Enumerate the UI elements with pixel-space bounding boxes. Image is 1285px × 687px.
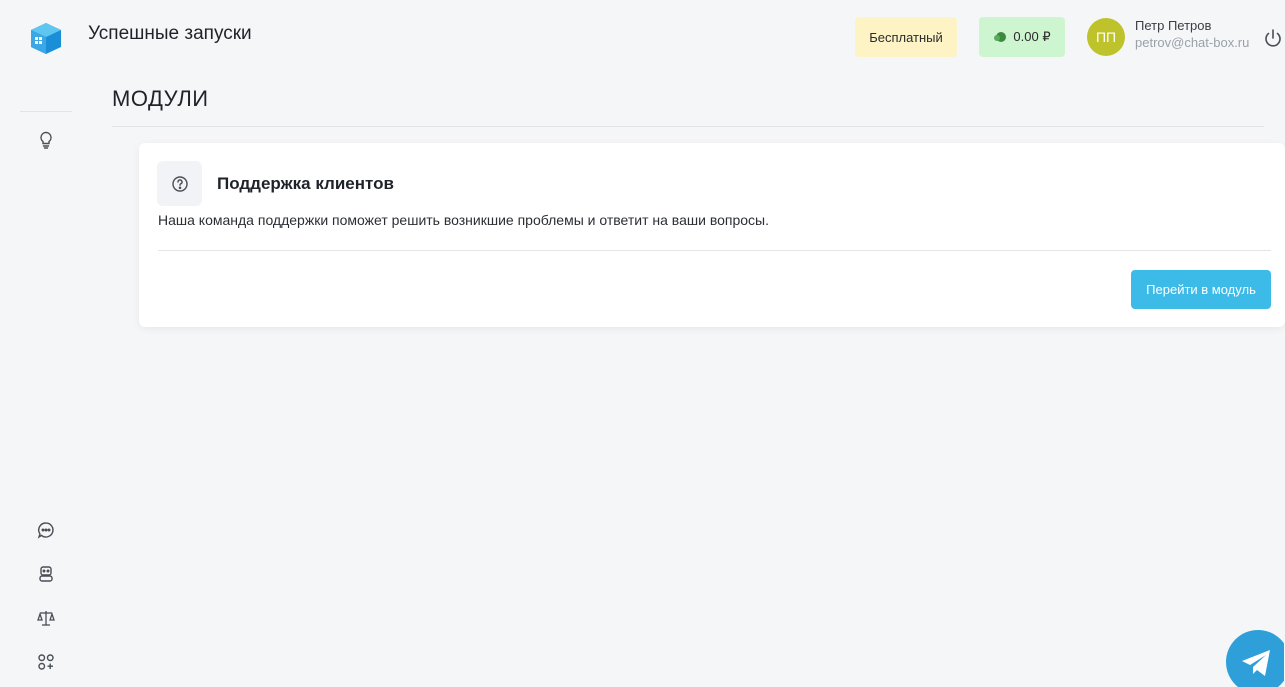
logo-icon[interactable] <box>28 20 64 56</box>
wallet-icon <box>994 32 1007 42</box>
sidebar-item-bots[interactable] <box>34 562 58 586</box>
plan-badge[interactable]: Бесплатный <box>855 17 957 57</box>
module-icon-box <box>157 161 202 206</box>
scales-icon <box>37 611 55 626</box>
module-description: Наша команда поддержки поможет решить во… <box>158 212 769 228</box>
power-icon <box>1265 29 1281 47</box>
question-circle-icon <box>171 175 188 192</box>
lightbulb-icon <box>40 131 52 149</box>
balance-badge[interactable]: 0.00 ₽ <box>979 17 1065 57</box>
sidebar-item-chats[interactable] <box>34 518 58 542</box>
plan-badge-label: Бесплатный <box>869 29 943 45</box>
telegram-button[interactable] <box>1226 630 1284 687</box>
avatar-initials: ПП <box>1095 29 1117 45</box>
header-title: Успешные запуски <box>88 23 252 44</box>
telegram-icon <box>1226 630 1284 687</box>
sidebar <box>0 0 90 687</box>
sidebar-item-modules[interactable] <box>34 650 58 674</box>
title-divider <box>112 126 1264 127</box>
logout-button[interactable] <box>1262 27 1284 49</box>
user-email: petrov@chat-box.ru <box>1135 35 1250 50</box>
avatar[interactable]: ПП <box>1087 18 1125 56</box>
open-module-button[interactable]: Перейти в модуль <box>1131 270 1271 309</box>
sidebar-item-ideas[interactable] <box>34 128 58 152</box>
module-card: Поддержка клиентов Наша команда поддержк… <box>139 143 1285 327</box>
module-title: Поддержка клиентов <box>217 174 394 193</box>
balance-value: 0.00 ₽ <box>1013 29 1051 44</box>
module-divider <box>158 250 1271 251</box>
apps-add-icon <box>38 654 54 670</box>
chat-bubble-icon <box>37 522 54 539</box>
user-name: Петр Петров <box>1135 18 1212 33</box>
robot-icon <box>39 566 53 582</box>
sidebar-item-legal[interactable] <box>34 606 58 630</box>
sidebar-divider <box>20 111 72 112</box>
page-title: МОДУЛИ <box>112 86 209 111</box>
